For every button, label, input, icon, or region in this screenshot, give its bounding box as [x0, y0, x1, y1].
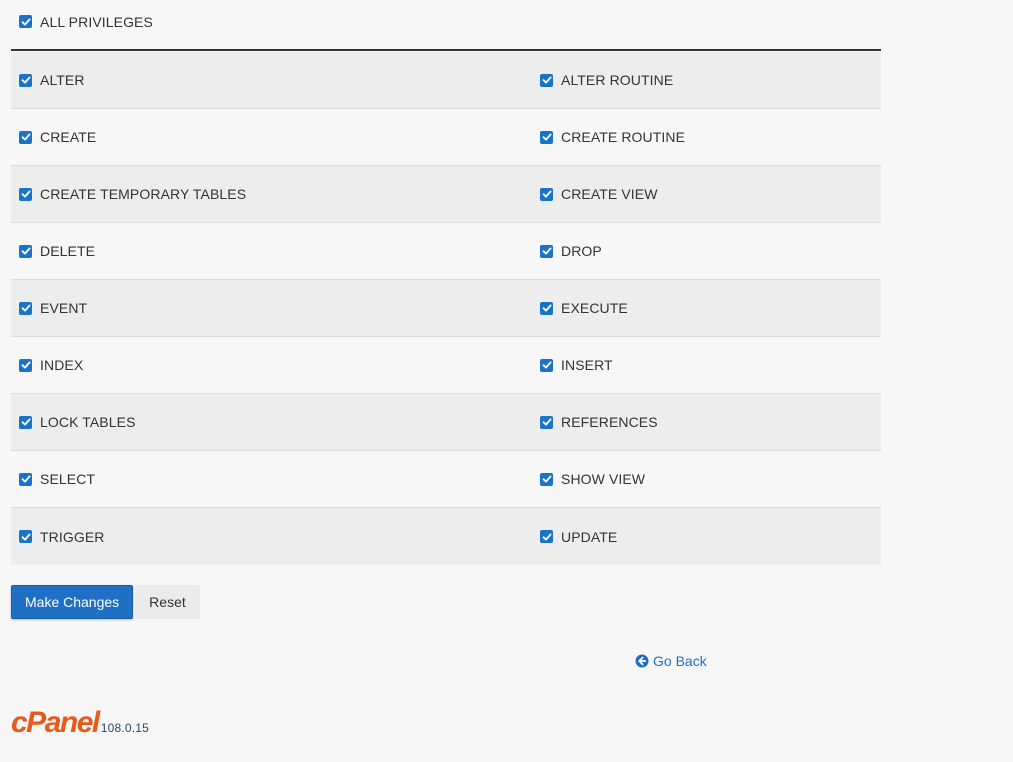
privilege-label[interactable]: INSERT [561, 357, 613, 373]
checkmark-icon [21, 533, 30, 540]
privilege-item: INDEX [11, 337, 540, 393]
circle-arrow-left-icon [635, 654, 649, 668]
privilege-row: ALTER ALTER ROUTINE [11, 52, 881, 109]
privilege-label[interactable]: INDEX [40, 357, 83, 373]
privilege-checkbox[interactable] [19, 415, 32, 429]
make-changes-button[interactable]: Make Changes [11, 585, 134, 619]
checkmark-icon [21, 475, 30, 483]
privilege-checkbox[interactable] [19, 472, 32, 486]
privilege-label[interactable]: ALTER ROUTINE [561, 72, 673, 88]
checkmark-icon [542, 247, 551, 255]
go-back-link[interactable]: Go Back [635, 653, 707, 669]
privilege-row: DELETE DROP [11, 223, 881, 280]
privilege-item: CREATE TEMPORARY TABLES [11, 166, 540, 222]
privilege-label[interactable]: ALTER [40, 72, 85, 88]
all-privileges-row: ALL PRIVILEGES [11, 0, 881, 51]
privilege-label[interactable]: EXECUTE [561, 300, 628, 316]
checkmark-icon [542, 418, 551, 426]
privilege-checkbox[interactable] [19, 73, 32, 87]
privileges-table: ALTER ALTER ROUTINE CREATE CREATE ROUTINE CR… [11, 52, 881, 565]
privilege-checkbox[interactable] [19, 358, 32, 372]
privilege-checkbox[interactable] [540, 301, 553, 315]
privilege-checkbox[interactable] [540, 187, 553, 201]
privilege-label[interactable]: DELETE [40, 243, 95, 259]
checkmark-icon [21, 133, 30, 141]
privilege-item: DROP [540, 223, 881, 279]
checkmark-icon [21, 18, 30, 25]
privilege-checkbox[interactable] [540, 73, 553, 87]
privilege-item: CREATE ROUTINE [540, 109, 881, 165]
privilege-label[interactable]: SHOW VIEW [561, 471, 645, 487]
privilege-checkbox[interactable] [540, 130, 553, 144]
version-number: 108.0.15 [100, 721, 150, 735]
privilege-item: TRIGGER [11, 508, 540, 565]
privilege-label[interactable]: CREATE VIEW [561, 186, 658, 202]
privilege-checkbox[interactable] [540, 415, 553, 429]
all-privileges-label[interactable]: ALL PRIVILEGES [40, 14, 153, 30]
privilege-label[interactable]: CREATE ROUTINE [561, 129, 685, 145]
checkmark-icon [21, 418, 30, 426]
privilege-item: DELETE [11, 223, 540, 279]
checkmark-icon [542, 475, 551, 483]
privilege-checkbox[interactable] [19, 301, 32, 315]
privilege-label[interactable]: UPDATE [561, 529, 617, 545]
privilege-checkbox[interactable] [540, 472, 553, 486]
privilege-item: CREATE [11, 109, 540, 165]
checkmark-icon [542, 533, 551, 540]
form-actions: Make Changes Reset [11, 585, 200, 619]
checkmark-icon [542, 361, 551, 369]
privileges-page: ALL PRIVILEGES ALTER ALTER ROUTINE CREATE C… [0, 0, 1013, 762]
go-back-label: Go Back [653, 653, 707, 669]
privilege-checkbox[interactable] [19, 244, 32, 258]
privilege-label[interactable]: TRIGGER [40, 529, 104, 545]
privilege-checkbox[interactable] [540, 358, 553, 372]
privilege-row: TRIGGER UPDATE [11, 508, 881, 565]
privilege-row: CREATE CREATE ROUTINE [11, 109, 881, 166]
privilege-label[interactable]: SELECT [40, 471, 95, 487]
privilege-label[interactable]: REFERENCES [561, 414, 658, 430]
privilege-item: REFERENCES [540, 394, 881, 450]
checkmark-icon [542, 190, 551, 198]
privilege-item: LOCK TABLES [11, 394, 540, 450]
privilege-checkbox[interactable] [540, 244, 553, 258]
checkmark-icon [21, 247, 30, 255]
privilege-checkbox[interactable] [19, 530, 32, 543]
privilege-label[interactable]: CREATE [40, 129, 96, 145]
checkmark-icon [542, 76, 551, 84]
privilege-item: ALTER [11, 52, 540, 108]
reset-button[interactable]: Reset [135, 585, 200, 619]
privilege-row: EVENT EXECUTE [11, 280, 881, 337]
privilege-label[interactable]: CREATE TEMPORARY TABLES [40, 186, 246, 202]
checkmark-icon [21, 76, 30, 84]
privilege-item: UPDATE [540, 508, 881, 565]
privilege-item: SELECT [11, 451, 540, 507]
privilege-row: LOCK TABLES REFERENCES [11, 394, 881, 451]
privilege-label[interactable]: DROP [561, 243, 602, 259]
privilege-label[interactable]: LOCK TABLES [40, 414, 136, 430]
checkmark-icon [542, 133, 551, 141]
privilege-checkbox[interactable] [19, 187, 32, 201]
all-privileges-checkbox[interactable] [19, 15, 32, 28]
privilege-item: INSERT [540, 337, 881, 393]
privilege-item: CREATE VIEW [540, 166, 881, 222]
privilege-item: SHOW VIEW [540, 451, 881, 507]
privilege-checkbox[interactable] [540, 530, 553, 543]
checkmark-icon [542, 304, 551, 312]
privilege-row: INDEX INSERT [11, 337, 881, 394]
privilege-row: CREATE TEMPORARY TABLES CREATE VIEW [11, 166, 881, 223]
privilege-checkbox[interactable] [19, 130, 32, 144]
checkmark-icon [21, 304, 30, 312]
checkmark-icon [21, 361, 30, 369]
checkmark-icon [21, 190, 30, 198]
privilege-item: EVENT [11, 280, 540, 336]
privilege-item: ALTER ROUTINE [540, 52, 881, 108]
cpanel-logo: cPanel [11, 706, 100, 739]
privilege-item: EXECUTE [540, 280, 881, 336]
footer: cPanel 108.0.15 [11, 708, 149, 738]
privilege-label[interactable]: EVENT [40, 300, 87, 316]
privilege-row: SELECT SHOW VIEW [11, 451, 881, 508]
